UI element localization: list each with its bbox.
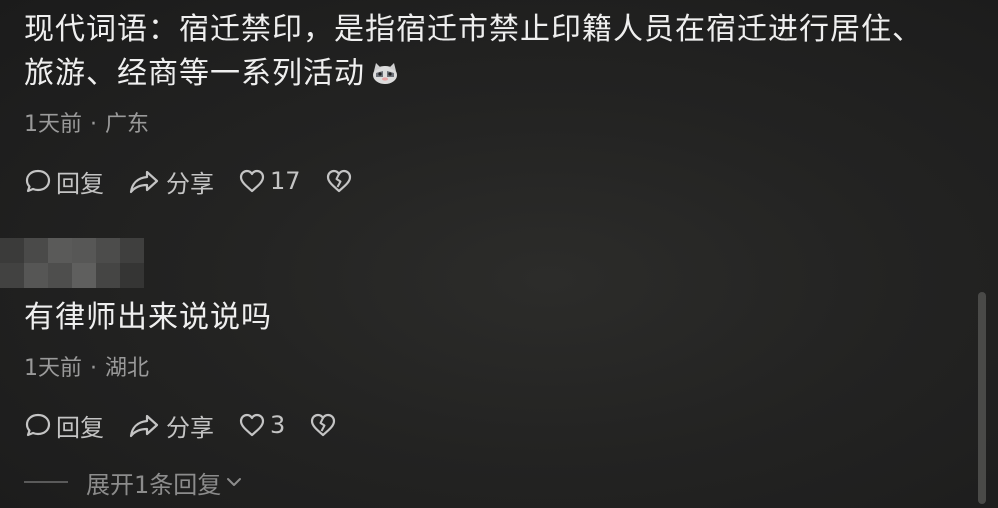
reply-label: 回复 (56, 169, 104, 198)
divider-line (24, 481, 68, 483)
share-button[interactable]: 分享 (128, 408, 214, 443)
comment-actions: 回复 分享 17 (24, 164, 938, 198)
comment-location: 广东 (105, 112, 150, 137)
meta-separator: · (90, 356, 97, 381)
comment-time: 1天前 (24, 112, 82, 137)
share-arrow-icon (129, 170, 159, 194)
speech-bubble-icon (25, 169, 51, 193)
reply-label: 回复 (56, 413, 104, 442)
speech-bubble-icon (25, 413, 51, 437)
meta-separator: · (90, 112, 97, 137)
comment-text: 现代词语：宿迁禁印，是指宿迁市禁止印籍人员在宿迁进行居住、旅游、经商等一系列活动 (24, 12, 923, 91)
comment-item: 有律师出来说说吗 1天前 · 湖北 回复 分享 3 (24, 296, 938, 442)
comment-text: 有律师出来说说吗 (24, 300, 272, 335)
comment-meta: 1天前 · 广东 (24, 110, 938, 140)
like-button[interactable]: 17 (238, 167, 301, 195)
blurred-username (0, 238, 148, 288)
broken-heart-icon (326, 169, 351, 193)
share-label: 分享 (166, 169, 214, 198)
dislike-button[interactable] (325, 167, 357, 195)
comment-time: 1天前 (24, 356, 82, 381)
reply-button[interactable]: 回复 (24, 164, 104, 199)
comment-meta: 1天前 · 湖北 (24, 354, 938, 384)
heart-outline-icon (239, 413, 265, 437)
heart-outline-icon (239, 169, 265, 193)
comment-item: 现代词语：宿迁禁印，是指宿迁市禁止印籍人员在宿迁进行居住、旅游、经商等一系列活动… (24, 8, 938, 198)
scrollbar[interactable] (978, 292, 986, 504)
broken-heart-icon (311, 413, 336, 437)
like-count: 17 (270, 167, 301, 195)
reply-button[interactable]: 回复 (24, 408, 104, 443)
share-button[interactable]: 分享 (128, 164, 214, 199)
like-button[interactable]: 3 (238, 411, 285, 439)
cat-face-emoji-icon (371, 54, 399, 84)
expand-replies-button[interactable]: 展开1条回复 (24, 464, 243, 500)
share-arrow-icon (129, 414, 159, 438)
comment-location: 湖北 (105, 356, 150, 381)
like-count: 3 (270, 411, 286, 439)
expand-replies-label: 展开1条回复 (86, 470, 222, 499)
dislike-button[interactable] (309, 411, 341, 439)
share-label: 分享 (166, 413, 214, 442)
chevron-down-icon (227, 478, 242, 486)
comment-actions: 回复 分享 3 (24, 408, 938, 442)
